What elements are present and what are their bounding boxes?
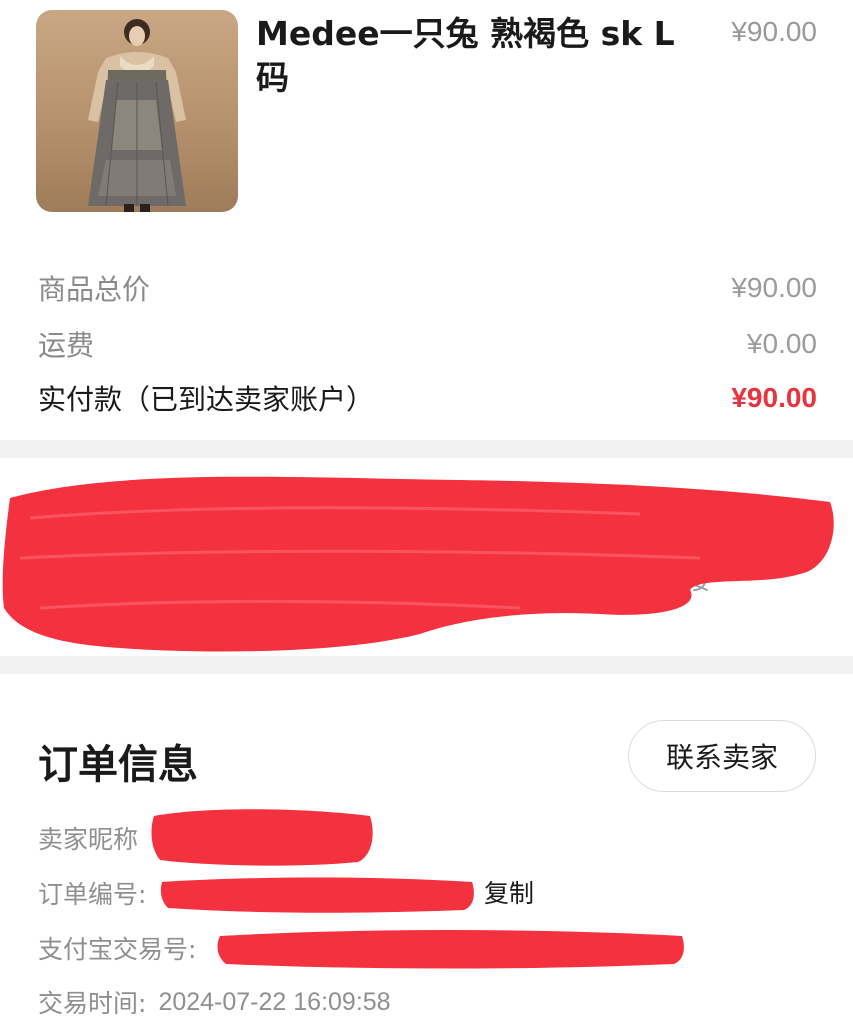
- order-number-label: 订单编号:: [38, 880, 147, 909]
- product-section: Medee一只兔 熟褐色 sk L码 ¥90.00 商品总价 ¥90.00 运费…: [0, 0, 853, 440]
- paid-label: 实付款（已到达卖家账户）: [38, 383, 375, 416]
- alipay-trade-label: 支付宝交易号:: [38, 935, 197, 964]
- summary-shipping-row: 运费 ¥0.00: [38, 324, 817, 364]
- paid-value: ¥90.00: [731, 382, 817, 413]
- address-section[interactable]: 楼: [0, 458, 853, 656]
- summary-items-row: 商品总价 ¥90.00: [38, 268, 817, 308]
- contact-seller-button[interactable]: 联系卖家: [628, 720, 816, 792]
- section-divider-2: [0, 656, 853, 674]
- order-number-redaction: [160, 877, 474, 913]
- shipping-label: 运费: [38, 329, 95, 362]
- shipping-value: ¥0.00: [746, 328, 817, 359]
- product-photo-illustration: [88, 19, 186, 212]
- order-info-section: 订单信息 联系卖家 卖家昵称 订单编号: 复制 支付宝交易号: 交易时间: 20…: [0, 674, 853, 1024]
- product-image[interactable]: [36, 10, 238, 212]
- trade-time-value: 2024-07-22 16:09:58: [158, 987, 391, 1016]
- seller-nickname-row: 卖家昵称: [38, 820, 138, 856]
- order-number-row: 订单编号:: [38, 875, 146, 911]
- seller-nickname-label: 卖家昵称: [38, 825, 139, 854]
- trade-time-label: 交易时间:: [38, 989, 147, 1018]
- address-redaction-scribble: [2, 476, 834, 652]
- trade-time-row: 交易时间: 2024-07-22 16:09:58: [38, 984, 391, 1020]
- section-divider: [0, 440, 853, 458]
- seller-nickname-redaction: [151, 809, 373, 866]
- order-detail-page: Medee一只兔 熟褐色 sk L码 ¥90.00 商品总价 ¥90.00 运费…: [0, 0, 853, 1024]
- product-price: ¥90.00: [731, 16, 817, 47]
- alipay-trade-redaction: [217, 930, 684, 969]
- alipay-trade-row: 支付宝交易号:: [38, 930, 196, 966]
- product-title[interactable]: Medee一只兔 熟褐色 sk L码: [256, 12, 686, 100]
- order-info-title: 订单信息: [38, 742, 198, 788]
- copy-order-number-button[interactable]: 复制: [484, 874, 534, 910]
- items-total-value: ¥90.00: [731, 272, 817, 303]
- summary-paid-row: 实付款（已到达卖家账户） ¥90.00: [38, 378, 817, 418]
- items-total-label: 商品总价: [38, 273, 151, 306]
